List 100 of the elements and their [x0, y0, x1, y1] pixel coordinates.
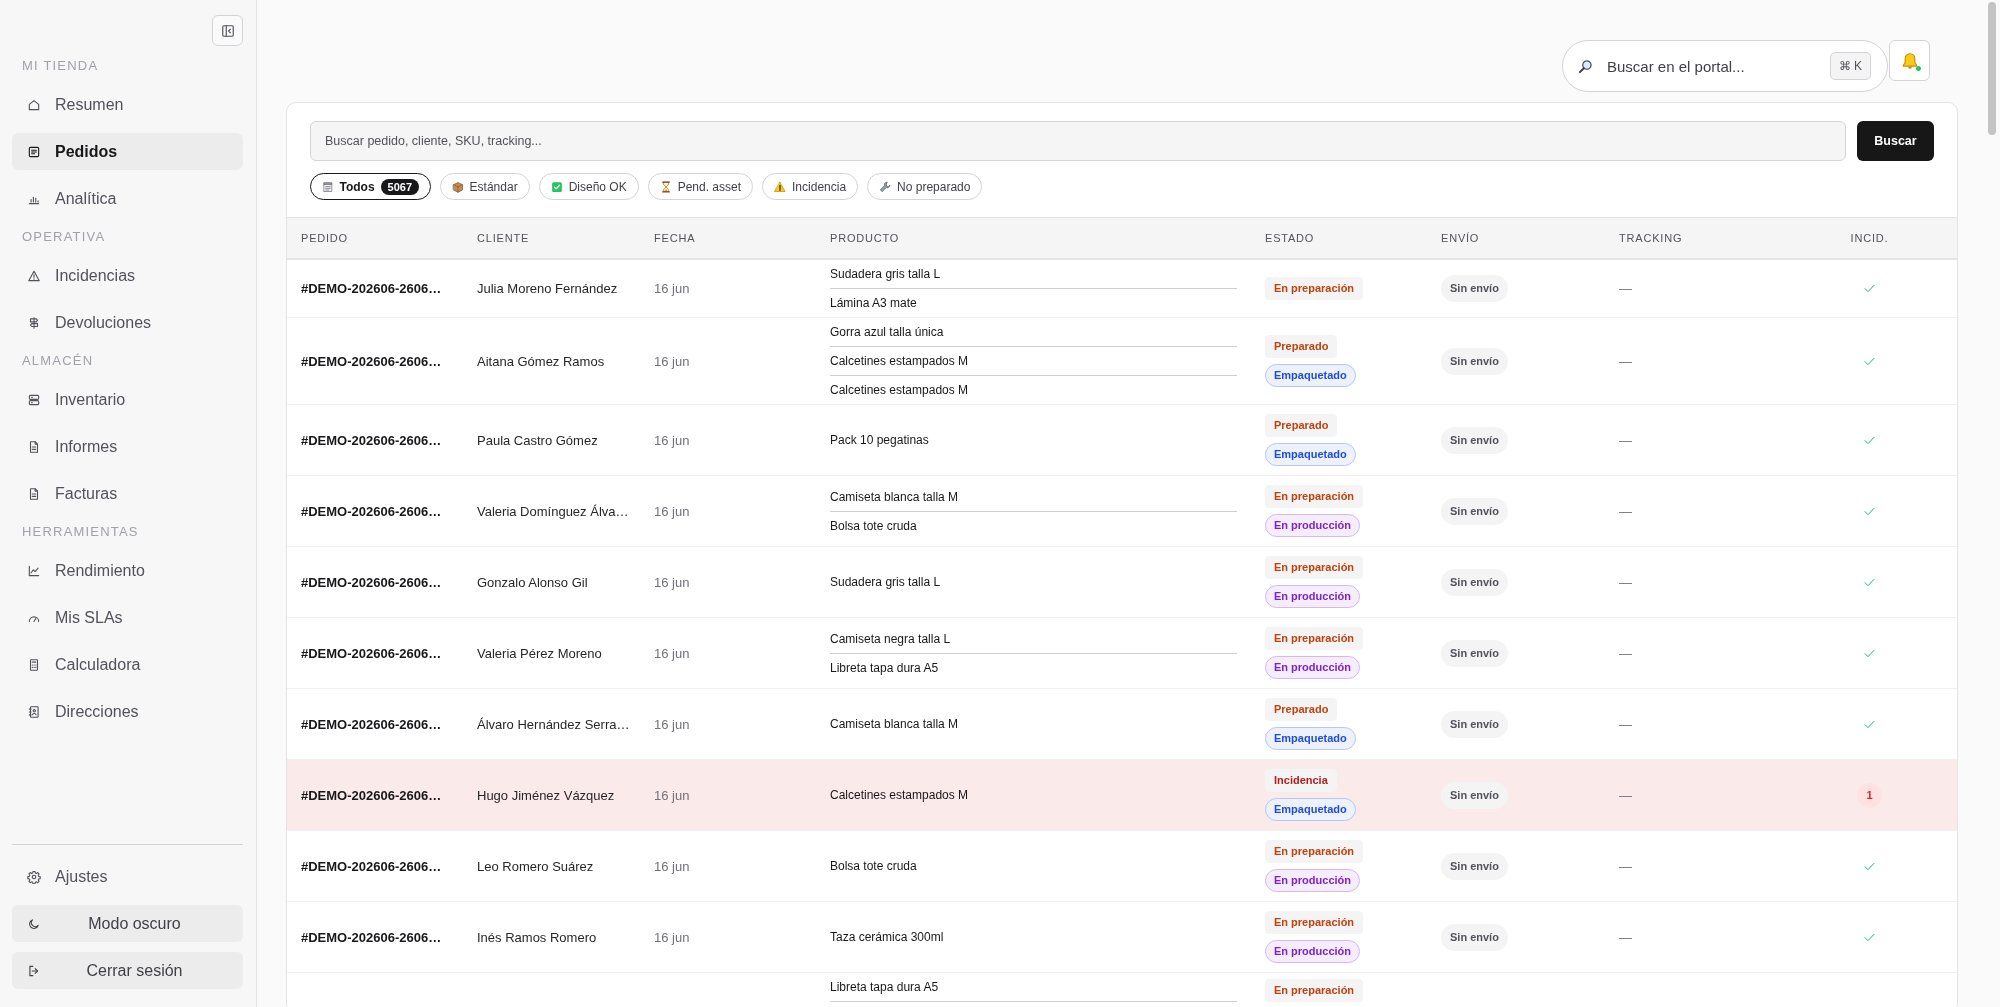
- customer-name: Hugo Jiménez Vázquez: [477, 787, 615, 803]
- tracking-value: —: [1619, 929, 1632, 945]
- order-date: 16 jun: [654, 281, 690, 296]
- order-id: #DEMO-202606-2606…: [301, 645, 442, 661]
- nav-item[interactable]: Devoluciones: [12, 304, 243, 341]
- check-icon: [1864, 932, 1875, 942]
- status-badge: En preparación: [1265, 627, 1364, 650]
- dark-mode-button[interactable]: Modo oscuro: [12, 905, 243, 942]
- sidebar-toggle-button[interactable]: [212, 15, 243, 46]
- warning-icon: [774, 180, 787, 193]
- filter-chip[interactable]: No preparado: [867, 173, 983, 200]
- status-badge: En preparación: [1265, 911, 1364, 934]
- column-header: ENVÍO: [1441, 232, 1480, 244]
- wrench-icon: [879, 180, 892, 193]
- customer-name: Aitana Gómez Ramos: [477, 353, 605, 369]
- warning-icon: [27, 268, 41, 283]
- scrollbar[interactable]: [1988, 2, 1996, 135]
- shipping-badge: Sin envío: [1441, 710, 1508, 738]
- product-name: Camiseta blanca talla M: [830, 716, 960, 733]
- nav-item[interactable]: Facturas: [12, 475, 243, 512]
- check-icon: [1864, 577, 1875, 587]
- settings-link[interactable]: Ajustes: [12, 858, 243, 895]
- column-header: FECHA: [654, 232, 696, 244]
- order-id: #DEMO-202606-2606…: [301, 281, 442, 296]
- order-date: 16 jun: [654, 929, 690, 945]
- customer-name: Valeria Pérez Moreno: [477, 645, 602, 661]
- search-bar[interactable]: Buscar en el portal... ⌘ K: [1562, 40, 1888, 92]
- column-header: PEDIDO: [301, 232, 348, 244]
- line-chart-icon: [27, 563, 41, 578]
- product-name: Bolsa tote cruda: [830, 858, 918, 875]
- check-icon: [1864, 356, 1875, 366]
- search-field[interactable]: Buscar pedido, cliente, SKU, tracking...: [310, 121, 1846, 161]
- status-badge: Preparado: [1265, 335, 1338, 358]
- stage-badge: En producción: [1265, 585, 1360, 608]
- stage-badge: En producción: [1265, 940, 1360, 963]
- stage-badge: En producción: [1265, 656, 1360, 679]
- tracking-value: —: [1619, 858, 1632, 874]
- product-name: Lámina A3 mate: [830, 295, 918, 312]
- column-header: PRODUCTO: [830, 232, 900, 244]
- bell-icon: [1900, 51, 1919, 70]
- nav-item[interactable]: Resumen: [12, 86, 243, 123]
- stage-badge: Empaquetado: [1265, 798, 1356, 821]
- customer-name: Valeria Domínguez Álva…: [477, 503, 629, 519]
- status-badge: En preparación: [1265, 277, 1364, 300]
- status-badge: Preparado: [1265, 698, 1338, 721]
- product-name: Sudadera gris talla L: [830, 574, 942, 591]
- order-date: 16 jun: [654, 574, 690, 590]
- shipping-badge: Sin envío: [1441, 568, 1508, 596]
- shipping-badge: Sin envío: [1441, 347, 1508, 375]
- shipping-badge: Sin envío: [1441, 275, 1508, 302]
- nav-item[interactable]: Calculadora: [12, 646, 243, 683]
- home-icon: [27, 97, 41, 112]
- column-header: TRACKING: [1619, 232, 1683, 244]
- order-date: 16 jun: [654, 503, 690, 519]
- shipping-badge: Sin envío: [1441, 426, 1508, 454]
- order-id: #DEMO-202606-2606…: [301, 574, 442, 590]
- status-badge: Preparado: [1265, 414, 1338, 437]
- order-id: #DEMO-202606-2606…: [301, 929, 442, 945]
- filter-chip[interactable]: Todos 5067: [310, 173, 431, 200]
- notifications-button[interactable]: [1889, 40, 1930, 81]
- filter-chip[interactable]: Pend. asset: [647, 173, 754, 200]
- search-field[interactable]: Buscar en el portal...: [1607, 52, 1816, 80]
- nav-item[interactable]: Mis SLAs: [12, 599, 243, 636]
- nav-item[interactable]: Direcciones: [12, 693, 243, 730]
- tracking-value: —: [1619, 645, 1632, 661]
- section-heading: MI TIENDA: [21, 57, 99, 75]
- checkbox-icon: [550, 180, 563, 193]
- order-id: #DEMO-202606-2606…: [301, 787, 442, 803]
- tracking-value: —: [1619, 281, 1632, 296]
- customer-name: Julia Moreno Fernández: [477, 281, 618, 296]
- filter-chip[interactable]: Incidencia: [762, 173, 859, 200]
- product-name: Libreta tapa dura A5: [830, 659, 940, 677]
- order-date: 16 jun: [654, 858, 690, 874]
- customer-name: Leo Romero Suárez: [477, 858, 594, 874]
- search-button[interactable]: Buscar: [1857, 121, 1934, 161]
- order-id: #DEMO-202606-2606…: [301, 716, 442, 732]
- panel-icon: [220, 23, 235, 38]
- tracking-value: —: [1619, 503, 1632, 519]
- shipping-badge: Sin envío: [1441, 923, 1508, 951]
- stage-badge: En producción: [1265, 514, 1360, 537]
- filter-chip[interactable]: Estándar: [439, 173, 530, 200]
- logout-button[interactable]: Cerrar sesión: [12, 952, 243, 989]
- nav-item[interactable]: Incidencias: [12, 257, 243, 294]
- order-date: 16 jun: [654, 787, 690, 803]
- shipping-badge: Sin envío: [1441, 781, 1508, 809]
- nav-item[interactable]: Inventario: [12, 381, 243, 418]
- table-row[interactable]: #DEMO-202606-2606… Hugo Jiménez Vázquez 16 jun Calcetines estampados M Incidencia Empaquetado Sin envío — 1: [287, 760, 1957, 831]
- order-date: 16 jun: [654, 353, 690, 369]
- nav-item[interactable]: Informes: [12, 428, 243, 465]
- column-header: INCID.: [1850, 232, 1889, 244]
- filter-chip[interactable]: Diseño OK: [538, 173, 639, 200]
- nav-item[interactable]: Rendimiento: [12, 552, 243, 589]
- product-name: Taza cerámica 300ml: [830, 929, 945, 946]
- order-id: #DEMO-202606-2606…: [301, 858, 442, 874]
- nav-item[interactable]: Analítica: [12, 180, 243, 217]
- order-date: 16 jun: [654, 716, 690, 732]
- nav-item[interactable]: Pedidos: [12, 133, 243, 170]
- status-badge: En preparación: [1265, 979, 1364, 1002]
- column-header: ESTADO: [1265, 232, 1315, 244]
- contact-book-icon: [27, 704, 41, 719]
